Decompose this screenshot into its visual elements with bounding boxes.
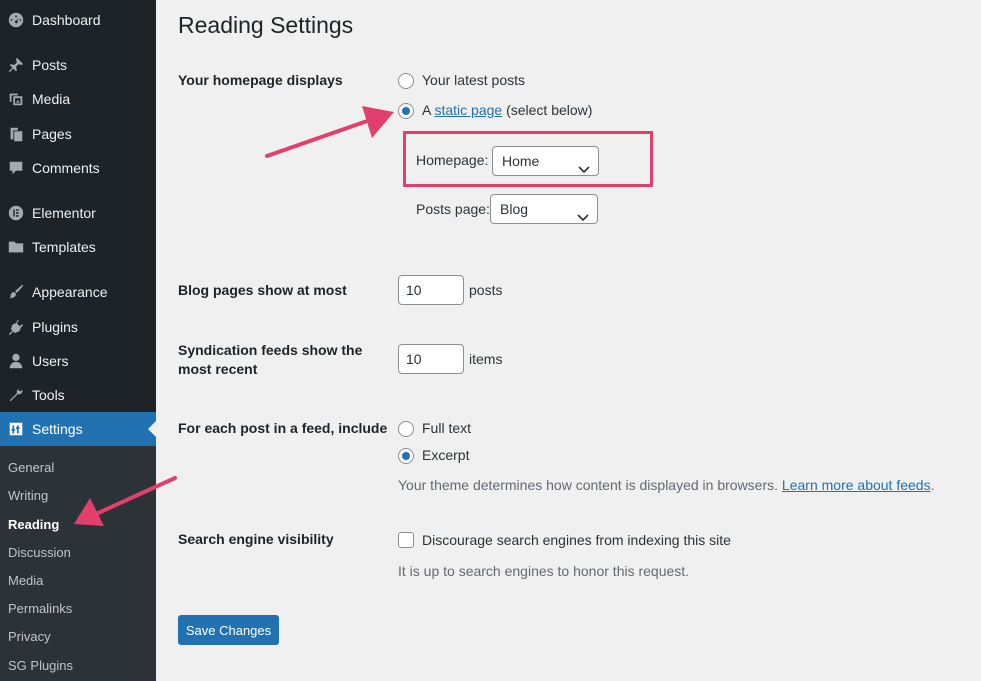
sidebar-item-label: Elementor: [32, 205, 96, 221]
user-icon: [4, 352, 28, 370]
radio-static-page-label: A static page (select below): [422, 102, 592, 118]
chevron-down-icon: [578, 156, 590, 174]
settings-content: Reading Settings Your homepage displays …: [156, 0, 981, 681]
posts-page-select-value: Blog: [500, 201, 529, 217]
sidebar-item-label: Appearance: [32, 284, 108, 300]
sidebar-item-settings[interactable]: Settings: [0, 412, 156, 446]
save-changes-button[interactable]: Save Changes: [178, 615, 279, 645]
radio-excerpt-label: Excerpt: [422, 447, 470, 463]
sidebar-item-label: Settings: [32, 421, 83, 437]
blog-pages-unit: posts: [469, 282, 503, 298]
static-suffix: (select below): [506, 102, 593, 118]
paintbrush-icon: [4, 283, 28, 301]
submenu-item-general[interactable]: General: [8, 460, 54, 475]
blog-pages-input[interactable]: [398, 275, 464, 305]
sidebar-item-users[interactable]: Users: [0, 344, 156, 378]
pages-icon: [4, 125, 28, 143]
sidebar-item-label: Users: [32, 353, 69, 369]
submenu-item-discussion[interactable]: Discussion: [8, 545, 71, 560]
posts-page-select[interactable]: Blog: [490, 194, 598, 224]
static-page-link[interactable]: static page: [434, 102, 502, 118]
sidebar-item-dashboard[interactable]: Dashboard: [0, 3, 156, 37]
submenu-item-sg-plugins[interactable]: SG Plugins: [8, 658, 73, 673]
sidebar-item-templates[interactable]: Templates: [0, 230, 156, 264]
sidebar-item-label: Media: [32, 91, 71, 107]
sidebar-item-label: Templates: [32, 239, 96, 255]
search-visibility-description: It is up to search engines to honor this…: [398, 563, 690, 579]
discourage-search-label: Discourage search engines from indexing …: [422, 532, 731, 548]
plugin-icon: [4, 318, 28, 336]
homepage-select-label: Homepage:: [416, 152, 489, 168]
sidebar-item-plugins[interactable]: Plugins: [0, 310, 156, 344]
radio-latest-posts-label: Your latest posts: [422, 72, 525, 88]
radio-static-page[interactable]: [398, 103, 414, 119]
submenu-item-privacy[interactable]: Privacy: [8, 629, 51, 644]
feed-content-label: For each post in a feed, include: [178, 420, 388, 436]
static-prefix: A: [422, 102, 431, 118]
submenu-item-media[interactable]: Media: [8, 573, 43, 588]
syndication-label-line2: most recent: [178, 361, 258, 377]
page-title: Reading Settings: [178, 12, 354, 38]
pin-icon: [4, 56, 28, 74]
feed-description: Your theme determines how content is dis…: [398, 477, 934, 493]
syndication-label-line1: Syndication feeds show the: [178, 342, 363, 358]
sidebar-item-label: Posts: [32, 57, 68, 73]
radio-excerpt[interactable]: [398, 448, 414, 464]
search-visibility-label: Search engine visibility: [178, 531, 334, 547]
sidebar-item-tools[interactable]: Tools: [0, 378, 156, 412]
syndication-input[interactable]: [398, 344, 464, 374]
sidebar-item-label: Plugins: [32, 319, 78, 335]
homepage-select-value: Home: [502, 153, 540, 169]
learn-more-feeds-link[interactable]: Learn more about feeds: [782, 477, 931, 493]
sidebar-item-label: Tools: [32, 387, 65, 403]
elementor-icon: [4, 204, 28, 222]
sidebar-item-pages[interactable]: Pages: [0, 117, 156, 151]
settings-submenu: General Writing Reading Discussion Media…: [0, 446, 156, 681]
sidebar-item-label: Pages: [32, 126, 72, 142]
sidebar-item-appearance[interactable]: Appearance: [0, 275, 156, 309]
wrench-icon: [4, 386, 28, 404]
admin-sidebar: Dashboard Posts Media Pages Comments Ele…: [0, 0, 156, 681]
homepage-displays-label: Your homepage displays: [178, 72, 343, 88]
comment-icon: [4, 159, 28, 177]
sidebar-item-posts[interactable]: Posts: [0, 48, 156, 82]
sidebar-item-label: Comments: [32, 160, 100, 176]
settings-icon: [4, 420, 28, 438]
sidebar-item-media[interactable]: Media: [0, 82, 156, 116]
submenu-item-permalinks[interactable]: Permalinks: [8, 601, 72, 616]
submenu-item-writing[interactable]: Writing: [8, 488, 48, 503]
feed-description-end: .: [930, 477, 935, 493]
sidebar-item-comments[interactable]: Comments: [0, 151, 156, 185]
radio-full-text[interactable]: [398, 421, 414, 437]
radio-full-text-label: Full text: [422, 420, 472, 436]
posts-page-select-label: Posts page:: [416, 201, 490, 217]
sidebar-item-elementor[interactable]: Elementor: [0, 196, 156, 230]
media-icon: [4, 90, 28, 108]
discourage-search-checkbox[interactable]: [398, 532, 414, 548]
sidebar-item-label: Dashboard: [32, 12, 101, 28]
feed-description-text: Your theme determines how content is dis…: [398, 477, 779, 493]
homepage-select[interactable]: Home: [492, 146, 599, 176]
syndication-unit: items: [469, 351, 503, 367]
dashboard-icon: [4, 11, 28, 29]
chevron-down-icon: [577, 204, 589, 222]
blog-pages-label: Blog pages show at most: [178, 282, 347, 298]
folder-icon: [4, 238, 28, 256]
syndication-label: Syndication feeds show the most recent: [178, 341, 362, 379]
radio-latest-posts[interactable]: [398, 73, 414, 89]
submenu-item-reading[interactable]: Reading: [8, 517, 59, 532]
